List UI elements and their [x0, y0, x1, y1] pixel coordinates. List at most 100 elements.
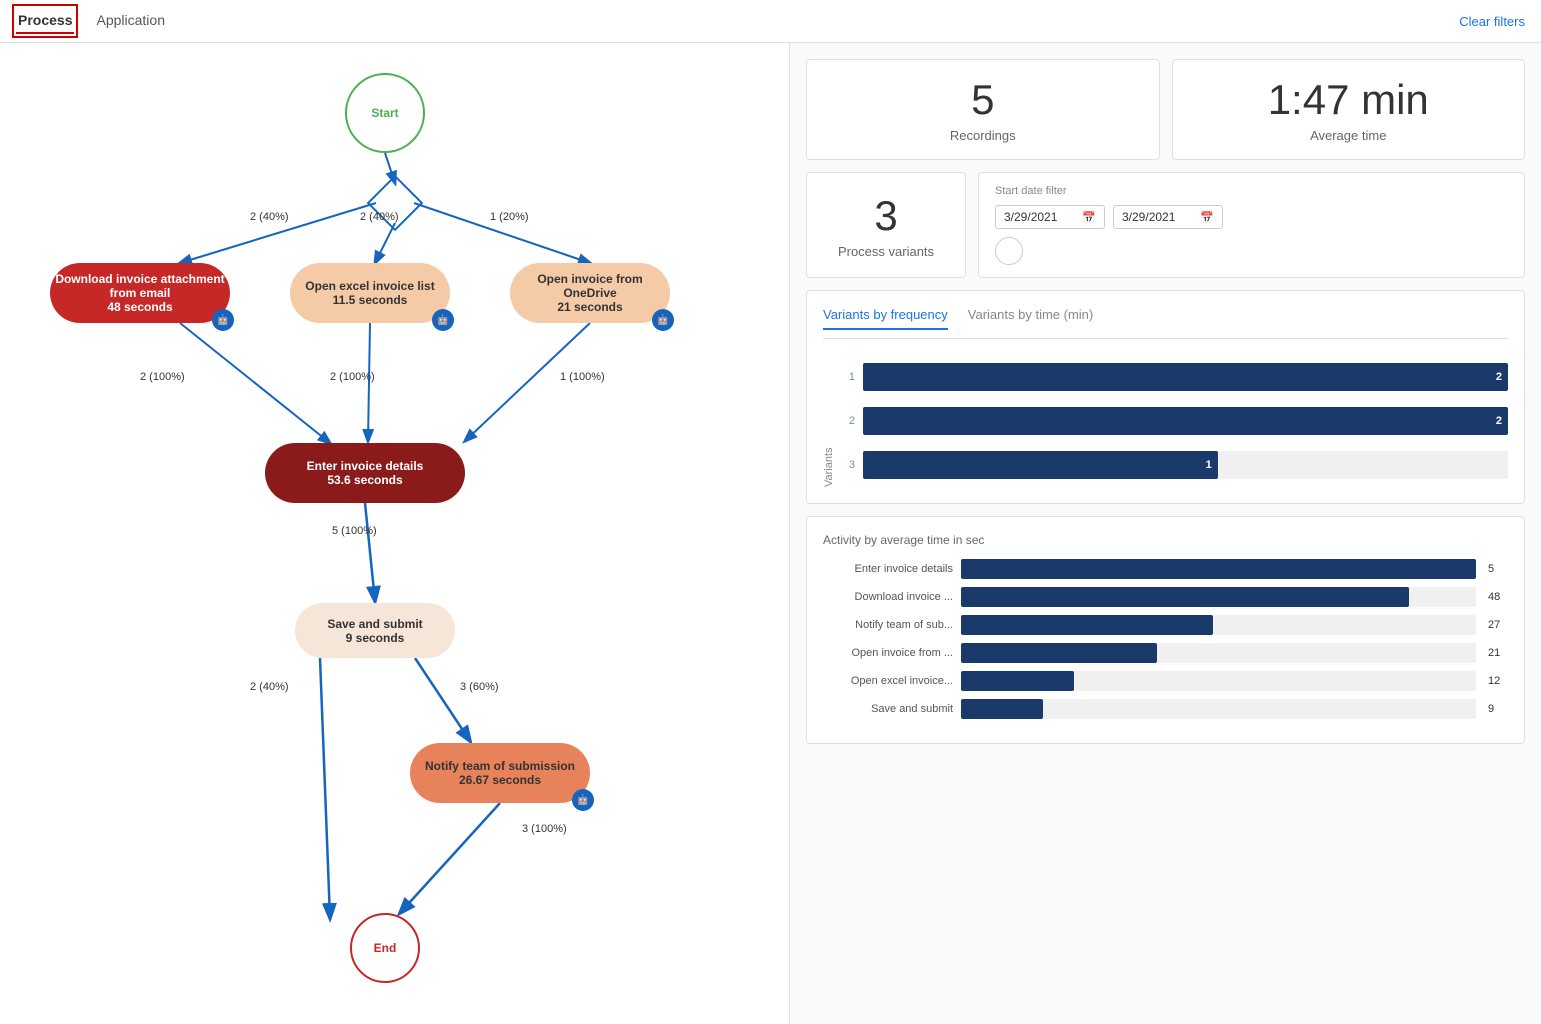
y-axis-label: Variants	[823, 355, 835, 487]
onedrive-bot-icon: 🤖	[652, 309, 674, 331]
stats-row: 5 Recordings 1:47 min Average time	[806, 59, 1525, 160]
process-variants-card: 3 Process variants	[806, 172, 966, 278]
activity-value-2: 48	[1488, 591, 1508, 603]
edge-label-download: 2 (40%)	[250, 211, 289, 223]
calendar-to-icon: 📅	[1200, 211, 1214, 224]
tab-process[interactable]: Process	[16, 8, 74, 34]
date-from-value: 3/29/2021	[1004, 210, 1057, 224]
notify-node: Notify team of submission 26.67 seconds	[410, 743, 590, 803]
edge-label-d-enter: 2 (100%)	[140, 371, 185, 383]
bar-label-2: 2	[839, 415, 855, 427]
enter-node: Enter invoice details 53.6 seconds	[265, 443, 465, 503]
flow-diagram: Start 2 (40%) 2 (40%) 1 (20%) Download i…	[20, 63, 770, 1013]
bar-track-2: 2	[863, 407, 1508, 435]
variants-value: 3	[874, 192, 897, 240]
activity-row-1: Enter invoice details 5	[823, 559, 1508, 579]
edge-label-excel: 2 (40%)	[360, 211, 399, 223]
activity-track-3	[961, 615, 1476, 635]
activity-value-6: 9	[1488, 703, 1508, 715]
variants-bar-chart: 1 2 2 2	[839, 355, 1508, 487]
clear-filters-button[interactable]: Clear filters	[1459, 14, 1525, 29]
bar-fill-2: 2	[863, 407, 1508, 435]
edge-label-save-end: 2 (40%)	[250, 681, 289, 693]
activity-track-5	[961, 671, 1476, 691]
activity-chart-title: Activity by average time in sec	[823, 533, 1508, 547]
flow-panel: Start 2 (40%) 2 (40%) 1 (20%) Download i…	[0, 43, 790, 1024]
date-filter-label: Start date filter	[995, 185, 1508, 197]
bar-track-1: 2	[863, 363, 1508, 391]
activity-row-2: Download invoice ... 48	[823, 587, 1508, 607]
avg-time-card: 1:47 min Average time	[1172, 59, 1526, 160]
date-filter-apply-button[interactable]	[995, 237, 1023, 265]
date-inputs: 3/29/2021 📅 3/29/2021 📅	[995, 205, 1508, 229]
bar-row-3: 3 1	[839, 451, 1508, 479]
activity-chart-card: Activity by average time in sec Enter in…	[806, 516, 1525, 744]
download-bot-icon: 🤖	[212, 309, 234, 331]
activity-track-6	[961, 699, 1476, 719]
activity-fill-2	[961, 587, 1409, 607]
top-nav: Process Application Clear filters	[0, 0, 1541, 43]
tab-variants-frequency[interactable]: Variants by frequency	[823, 307, 948, 330]
tab-application[interactable]: Application	[94, 8, 167, 34]
activity-value-4: 21	[1488, 647, 1508, 659]
bar-row-1: 1 2	[839, 363, 1508, 391]
avg-time-value: 1:47 min	[1193, 76, 1505, 124]
bar-fill-1: 2	[863, 363, 1508, 391]
recordings-value: 5	[827, 76, 1139, 124]
date-filter-card: Start date filter 3/29/2021 📅 3/29/2021 …	[978, 172, 1525, 278]
activity-fill-3	[961, 615, 1213, 635]
activity-row-6: Save and submit 9	[823, 699, 1508, 719]
chart-tabs: Variants by frequency Variants by time (…	[823, 307, 1508, 339]
bar-label-1: 1	[839, 371, 855, 383]
date-from-input[interactable]: 3/29/2021 📅	[995, 205, 1105, 229]
bar-value-3: 1	[1206, 459, 1212, 471]
activity-value-3: 27	[1488, 619, 1508, 631]
bar-label-3: 3	[839, 459, 855, 471]
edge-label-enter-save: 5 (100%)	[332, 525, 377, 537]
nav-tabs: Process Application	[16, 8, 167, 34]
tab-variants-time[interactable]: Variants by time (min)	[968, 307, 1093, 330]
edge-label-notify-end: 3 (100%)	[522, 823, 567, 835]
onedrive-node: Open invoice from OneDrive 21 seconds	[510, 263, 670, 323]
activity-row-3: Notify team of sub... 27	[823, 615, 1508, 635]
activity-row-5: Open excel invoice... 12	[823, 671, 1508, 691]
edge-label-save-notify: 3 (60%)	[460, 681, 499, 693]
activity-row-4: Open invoice from ... 21	[823, 643, 1508, 663]
main-layout: Start 2 (40%) 2 (40%) 1 (20%) Download i…	[0, 43, 1541, 1024]
edge-label-e-enter: 2 (100%)	[330, 371, 375, 383]
activity-fill-6	[961, 699, 1043, 719]
calendar-from-icon: 📅	[1082, 211, 1096, 224]
variants-label: Process variants	[838, 244, 934, 259]
bar-chart-container: Variants 1 2 2 2	[823, 355, 1508, 487]
variants-chart-card: Variants by frequency Variants by time (…	[806, 290, 1525, 504]
recordings-card: 5 Recordings	[806, 59, 1160, 160]
activity-track-2	[961, 587, 1476, 607]
bar-row-2: 2 2	[839, 407, 1508, 435]
save-node: Save and submit 9 seconds	[295, 603, 455, 658]
avg-time-label: Average time	[1193, 128, 1505, 143]
activity-label-1: Enter invoice details	[823, 563, 953, 575]
start-node: Start	[345, 73, 425, 153]
activity-label-3: Notify team of sub...	[823, 619, 953, 631]
end-node: End	[350, 913, 420, 983]
download-node: Download invoice attachment from email 4…	[50, 263, 230, 323]
activity-value-1: 5	[1488, 563, 1508, 575]
activity-track-1	[961, 559, 1476, 579]
activity-fill-5	[961, 671, 1074, 691]
excel-bot-icon: 🤖	[432, 309, 454, 331]
edge-label-onedrive: 1 (20%)	[490, 211, 529, 223]
activity-value-5: 12	[1488, 675, 1508, 687]
mid-row: 3 Process variants Start date filter 3/2…	[806, 172, 1525, 278]
activity-label-6: Save and submit	[823, 703, 953, 715]
notify-bot-icon: 🤖	[572, 789, 594, 811]
date-to-value: 3/29/2021	[1122, 210, 1175, 224]
activity-label-2: Download invoice ...	[823, 591, 953, 603]
excel-node: Open excel invoice list 11.5 seconds	[290, 263, 450, 323]
activity-track-4	[961, 643, 1476, 663]
date-to-input[interactable]: 3/29/2021 📅	[1113, 205, 1223, 229]
bar-value-2: 2	[1496, 415, 1502, 427]
bar-fill-3: 1	[863, 451, 1218, 479]
activity-label-5: Open excel invoice...	[823, 675, 953, 687]
edge-label-o-enter: 1 (100%)	[560, 371, 605, 383]
recordings-label: Recordings	[827, 128, 1139, 143]
